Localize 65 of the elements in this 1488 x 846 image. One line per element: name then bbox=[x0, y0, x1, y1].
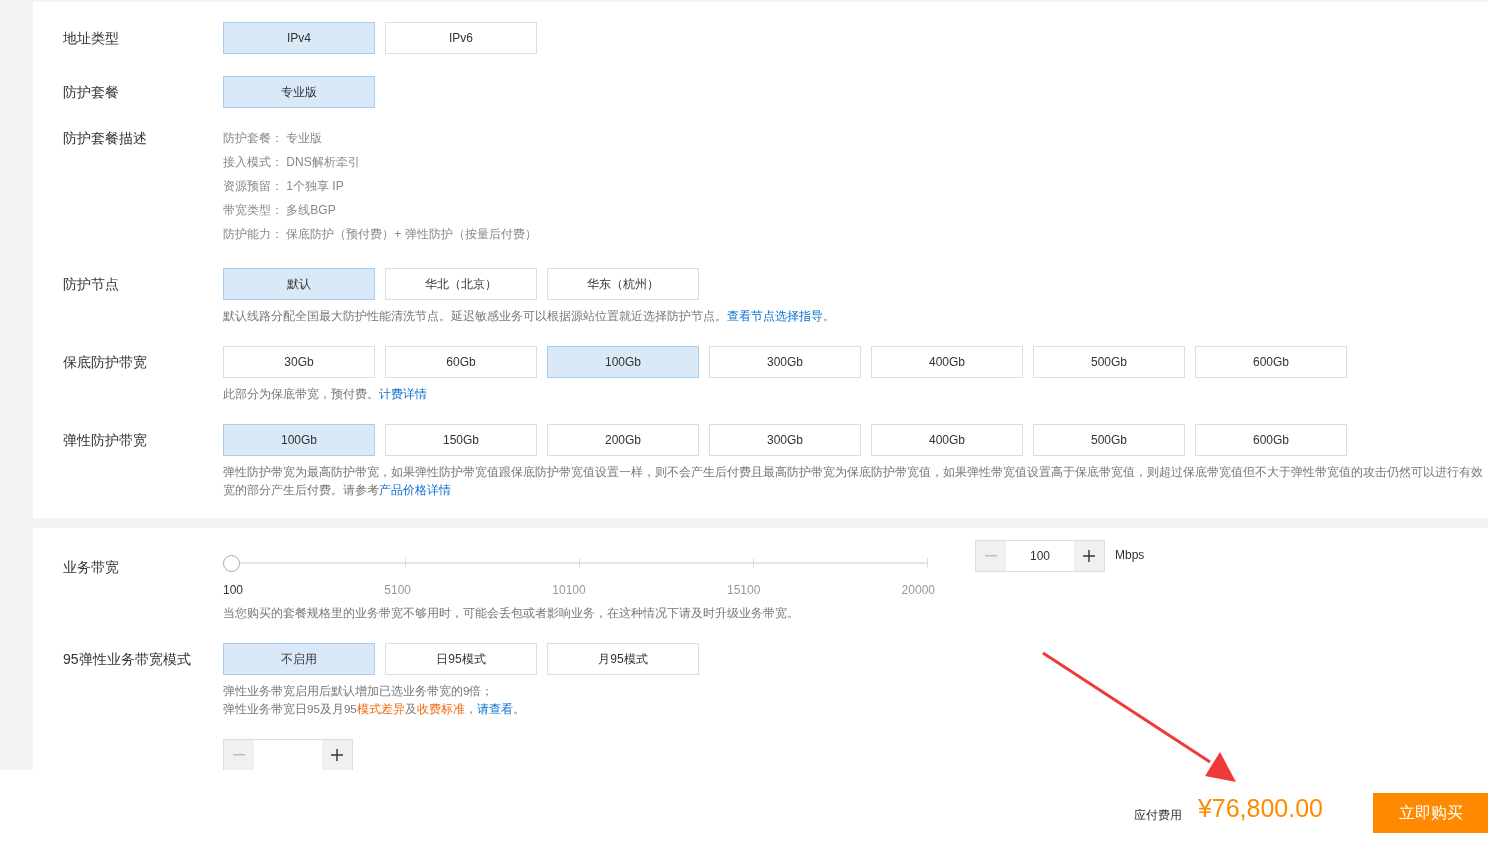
tick-label: 20000 bbox=[901, 583, 935, 597]
hint-text: 默认线路分配全国最大防护性能清洗节点。延迟敏感业务可以根据源站位置就近选择防护节点。查看节点选择指导。 bbox=[223, 308, 835, 324]
decrease-button[interactable] bbox=[224, 740, 254, 770]
help-link[interactable]: 请查看 bbox=[476, 702, 513, 715]
option-button[interactable]: 500Gb bbox=[1033, 424, 1185, 456]
field-label: 防护套餐 bbox=[63, 83, 120, 102]
option-button[interactable]: 60Gb bbox=[385, 346, 537, 378]
tick-label: 15100 bbox=[726, 583, 761, 597]
field-label: 保底防护带宽 bbox=[63, 353, 148, 372]
hint-text: 弹性业务带宽日95及月95模式差异及收费标准，请查看。 bbox=[223, 701, 526, 717]
hint-text: 宽的部分产生后付费。请参考产品价格详情 bbox=[223, 482, 452, 498]
option-button[interactable]: 300Gb bbox=[709, 346, 861, 378]
option-button[interactable]: IPv4 bbox=[223, 22, 375, 54]
increase-button[interactable] bbox=[322, 740, 352, 770]
option-button[interactable]: 100Gb bbox=[223, 424, 375, 456]
tick-label: 10100 bbox=[552, 583, 586, 597]
minus-icon bbox=[233, 754, 245, 756]
minus-icon bbox=[985, 555, 997, 557]
hint-text: 弹性防护带宽为最高防护带宽，如果弹性防护带宽值跟保底防护带宽值设置一样，则不会产生后付费且最高防护带宽为保底防护带宽值，如果弹性带宽值设置高于保底带宽值，则超过保底带宽值但不大于弹性带宽值的攻击仍然可以进行有效 bbox=[223, 464, 1483, 480]
hint-text: 弹性业务带宽启用后默认增加已选业务带宽的9倍； bbox=[223, 683, 495, 699]
plus-icon bbox=[331, 749, 343, 761]
option-button[interactable]: 300Gb bbox=[709, 424, 861, 456]
help-link[interactable]: 产品价格详情 bbox=[379, 483, 451, 496]
option-button[interactable]: 500Gb bbox=[1033, 346, 1185, 378]
field-label: 防护节点 bbox=[63, 275, 120, 294]
option-button[interactable]: 不启用 bbox=[223, 643, 375, 675]
detail-text: 防护套餐： 专业版 bbox=[223, 130, 324, 146]
detail-text: 带宽类型： 多线BGP bbox=[223, 202, 337, 218]
total-price: ¥76,800.00 bbox=[1197, 793, 1323, 823]
option-button[interactable]: 日95模式 bbox=[385, 643, 537, 675]
help-link[interactable]: 计费详情 bbox=[379, 387, 427, 400]
unit-text: Mbps bbox=[1115, 548, 1145, 562]
option-button[interactable]: 专业版 bbox=[223, 76, 375, 108]
field-label: 业务带宽 bbox=[63, 558, 120, 577]
option-button[interactable]: 月95模式 bbox=[547, 643, 699, 675]
decrease-button[interactable] bbox=[976, 541, 1006, 571]
tick-label: 5100 bbox=[384, 583, 411, 597]
tick-label: 100 bbox=[223, 583, 244, 597]
option-button[interactable]: 400Gb bbox=[871, 424, 1023, 456]
detail-text: 资源预留： 1个独享 IP bbox=[223, 178, 345, 194]
option-button[interactable]: 华北（北京） bbox=[385, 268, 537, 300]
detail-text: 防护能力： 保底防护（预付费）+ 弹性防护（按量后付费） bbox=[223, 226, 537, 242]
option-button[interactable]: 200Gb bbox=[547, 424, 699, 456]
option-button[interactable]: 150Gb bbox=[385, 424, 537, 456]
hint-text: 此部分为保底带宽，预付费。计费详情 bbox=[223, 386, 428, 402]
field-label: 弹性防护带宽 bbox=[63, 431, 148, 450]
help-link[interactable]: 查看节点选择指导 bbox=[727, 309, 823, 322]
option-button[interactable]: 100Gb bbox=[547, 346, 699, 378]
option-button[interactable]: IPv6 bbox=[385, 22, 537, 54]
plus-icon bbox=[1083, 550, 1095, 562]
option-button[interactable]: 400Gb bbox=[871, 346, 1023, 378]
detail-text: 接入模式： DNS解析牵引 bbox=[223, 154, 361, 170]
field-label: 地址类型 bbox=[63, 29, 120, 48]
field-label: 防护套餐描述 bbox=[63, 130, 148, 148]
increase-button[interactable] bbox=[1074, 541, 1104, 571]
option-button[interactable]: 默认 bbox=[223, 268, 375, 300]
option-button[interactable]: 600Gb bbox=[1195, 424, 1347, 456]
option-button[interactable]: 600Gb bbox=[1195, 346, 1347, 378]
number-stepper[interactable]: 100 bbox=[975, 540, 1105, 572]
option-button[interactable]: 30Gb bbox=[223, 346, 375, 378]
slider-thumb[interactable] bbox=[223, 555, 240, 572]
field-label: 95弹性业务带宽模式 bbox=[63, 650, 192, 669]
total-label: 应付费用 bbox=[1133, 806, 1182, 824]
option-button[interactable]: 华东（杭州） bbox=[547, 268, 699, 300]
hint-text: 当您购买的套餐规格里的业务带宽不够用时，可能会丢包或者影响业务，在这种情况下请及时升级业务带宽。 bbox=[223, 605, 800, 621]
